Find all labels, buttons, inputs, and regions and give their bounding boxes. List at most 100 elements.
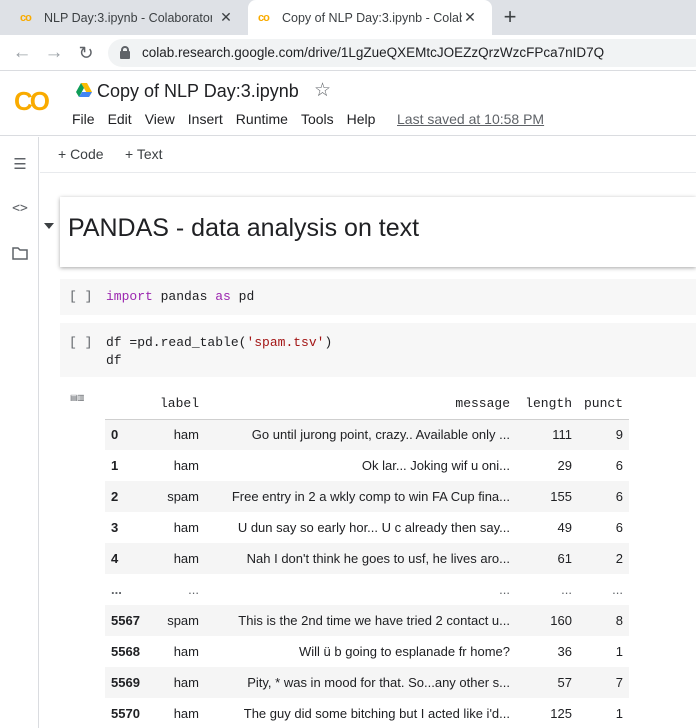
table-cell: 1 xyxy=(615,706,624,721)
code-keyword: import xyxy=(106,289,153,304)
google-drive-icon[interactable] xyxy=(76,83,92,97)
tab-title: NLP Day:3.ipynb - Colaboratory xyxy=(44,10,212,25)
table-cell: 9 xyxy=(578,419,630,450)
table-cell: ham xyxy=(173,706,199,721)
add-text-button[interactable]: + Text xyxy=(125,146,163,162)
row-index: 5567 xyxy=(105,605,152,636)
url-text[interactable]: colab.research.google.com/drive/1LgZueQX… xyxy=(142,45,604,60)
column-header: message xyxy=(205,389,516,420)
table-row: 3 ham U dun say so early hor... U c alread… xyxy=(105,512,629,543)
menu-tools[interactable]: Tools xyxy=(301,111,334,127)
reload-icon[interactable]: ↻ xyxy=(74,41,98,65)
table-cell: ham xyxy=(173,644,199,659)
table-row: 5570 ham The guy did some bitching but I a… xyxy=(105,698,629,728)
menu-help[interactable]: Help xyxy=(347,111,376,127)
code-snippets-icon[interactable]: <> xyxy=(10,201,30,216)
row-index: 4 xyxy=(105,543,152,574)
collapse-section-icon[interactable] xyxy=(44,223,54,229)
colab-header: CO Copy of NLP Day:3.ipynb ☆ File Edit V… xyxy=(0,72,696,136)
column-header: punct xyxy=(578,389,630,420)
table-row: 5568 ham Will ü b going to esplanade fr ho… xyxy=(105,636,629,667)
table-cell: 36 xyxy=(557,644,572,659)
star-icon[interactable]: ☆ xyxy=(314,79,331,102)
menu-file[interactable]: File xyxy=(72,111,95,127)
add-code-button[interactable]: + Code xyxy=(58,146,104,162)
menu-runtime[interactable]: Runtime xyxy=(236,111,288,127)
table-cell: ... xyxy=(499,582,510,597)
code-token: pandas xyxy=(152,289,216,304)
table-cell: ham xyxy=(152,543,205,574)
table-cell: Go until jurong point, crazy.. Available… xyxy=(205,419,516,450)
row-index: ... xyxy=(111,582,122,597)
table-cell: 2 xyxy=(578,543,630,574)
menu-edit[interactable]: Edit xyxy=(108,111,132,127)
browser-tab-active[interactable]: co Copy of NLP Day:3.ipynb - Colab ✕ xyxy=(248,0,492,35)
menu-view[interactable]: View xyxy=(145,111,175,127)
row-index: 5570 xyxy=(111,706,140,721)
table-cell: ham xyxy=(152,667,205,698)
table-row: 1 ham Ok lar... Joking wif u oni... 29 6 xyxy=(105,450,629,481)
code-cell[interactable]: [ ] import pandas as pd xyxy=(60,279,696,315)
row-index: 3 xyxy=(111,520,119,535)
run-cell-button[interactable]: [ ] xyxy=(69,335,92,350)
folder-icon[interactable] xyxy=(10,247,30,264)
column-header: length xyxy=(516,389,578,420)
table-row: 4 ham Nah I don't think he goes to usf, he… xyxy=(105,543,630,574)
table-cell: 6 xyxy=(615,458,624,473)
table-cell: 57 xyxy=(516,667,578,698)
code-keyword: as xyxy=(215,289,231,304)
code-line: df xyxy=(106,353,122,368)
colab-favicon-icon: co xyxy=(258,11,270,24)
back-arrow-icon[interactable]: ← xyxy=(10,41,34,65)
row-index: 0 xyxy=(105,419,152,450)
table-cell: 61 xyxy=(516,543,578,574)
table-cell: 160 xyxy=(516,605,578,636)
table-cell: This is the 2nd time we have tried 2 con… xyxy=(205,605,516,636)
close-tab-icon[interactable]: ✕ xyxy=(218,9,234,26)
table-cell: spam xyxy=(152,481,205,512)
address-bar[interactable]: colab.research.google.com/drive/1LgZueQX… xyxy=(108,39,696,67)
run-cell-button[interactable]: [ ] xyxy=(69,289,92,304)
text-cell[interactable]: PANDAS - data analysis on text xyxy=(60,197,696,267)
table-cell: ... xyxy=(561,582,572,597)
browser-tab-strip: co NLP Day:3.ipynb - Colaboratory ✕ co C… xyxy=(0,0,696,35)
code-cell[interactable]: [ ] df =pd.read_table('spam.tsv') df xyxy=(60,323,696,377)
left-sidebar: ☰ <> xyxy=(0,137,39,728)
menu-insert[interactable]: Insert xyxy=(188,111,223,127)
code-token: ) xyxy=(324,335,333,350)
table-row: 0 ham Go until jurong point, crazy.. Avail… xyxy=(105,419,630,450)
plus-icon[interactable]: + xyxy=(498,4,522,30)
colab-favicon-icon: co xyxy=(20,11,32,24)
table-cell: 49 xyxy=(557,520,572,535)
table-cell: The guy did some bitching but I acted li… xyxy=(243,706,510,721)
code-token: pd xyxy=(230,289,255,304)
table-cell: ... xyxy=(188,582,199,597)
table-row: 5569 ham Pity, * was in mood for that. So.… xyxy=(105,667,630,698)
table-cell: 155 xyxy=(516,481,578,512)
table-row: 2 spam Free entry in 2 a wkly comp to win … xyxy=(105,481,630,512)
table-header-row: label message length punct xyxy=(105,389,630,420)
output-actions-icon[interactable]: ▤▥ xyxy=(70,393,88,407)
colab-logo[interactable]: CO xyxy=(14,86,50,117)
table-cell: ... xyxy=(612,582,624,597)
code-token: df =pd.read_table( xyxy=(106,335,247,350)
table-cell: Pity, * was in mood for that. So...any o… xyxy=(205,667,516,698)
table-cell: 8 xyxy=(578,605,630,636)
lock-icon xyxy=(120,46,130,59)
code-line: df =pd.read_table('spam.tsv') xyxy=(106,335,332,350)
close-tab-icon[interactable]: ✕ xyxy=(462,9,478,26)
table-cell: ham xyxy=(173,520,199,535)
table-cell: 29 xyxy=(557,458,572,473)
table-cell: 7 xyxy=(578,667,630,698)
table-cell: 111 xyxy=(516,419,578,450)
browser-tab[interactable]: co NLP Day:3.ipynb - Colaboratory ✕ xyxy=(0,0,248,35)
tab-title: Copy of NLP Day:3.ipynb - Colab xyxy=(282,10,462,25)
menu-bar: File Edit View Insert Runtime Tools Help xyxy=(72,111,388,127)
notebook-title[interactable]: Copy of NLP Day:3.ipynb xyxy=(97,81,299,102)
table-cell: 125 xyxy=(550,706,572,721)
table-row: 5567 spam This is the 2nd time we have tri… xyxy=(105,605,630,636)
last-saved-link[interactable]: Last saved at 10:58 PM xyxy=(397,111,544,127)
table-cell: Free entry in 2 a wkly comp to win FA Cu… xyxy=(205,481,516,512)
table-of-contents-icon[interactable]: ☰ xyxy=(10,155,30,173)
forward-arrow-icon[interactable]: → xyxy=(42,41,66,65)
